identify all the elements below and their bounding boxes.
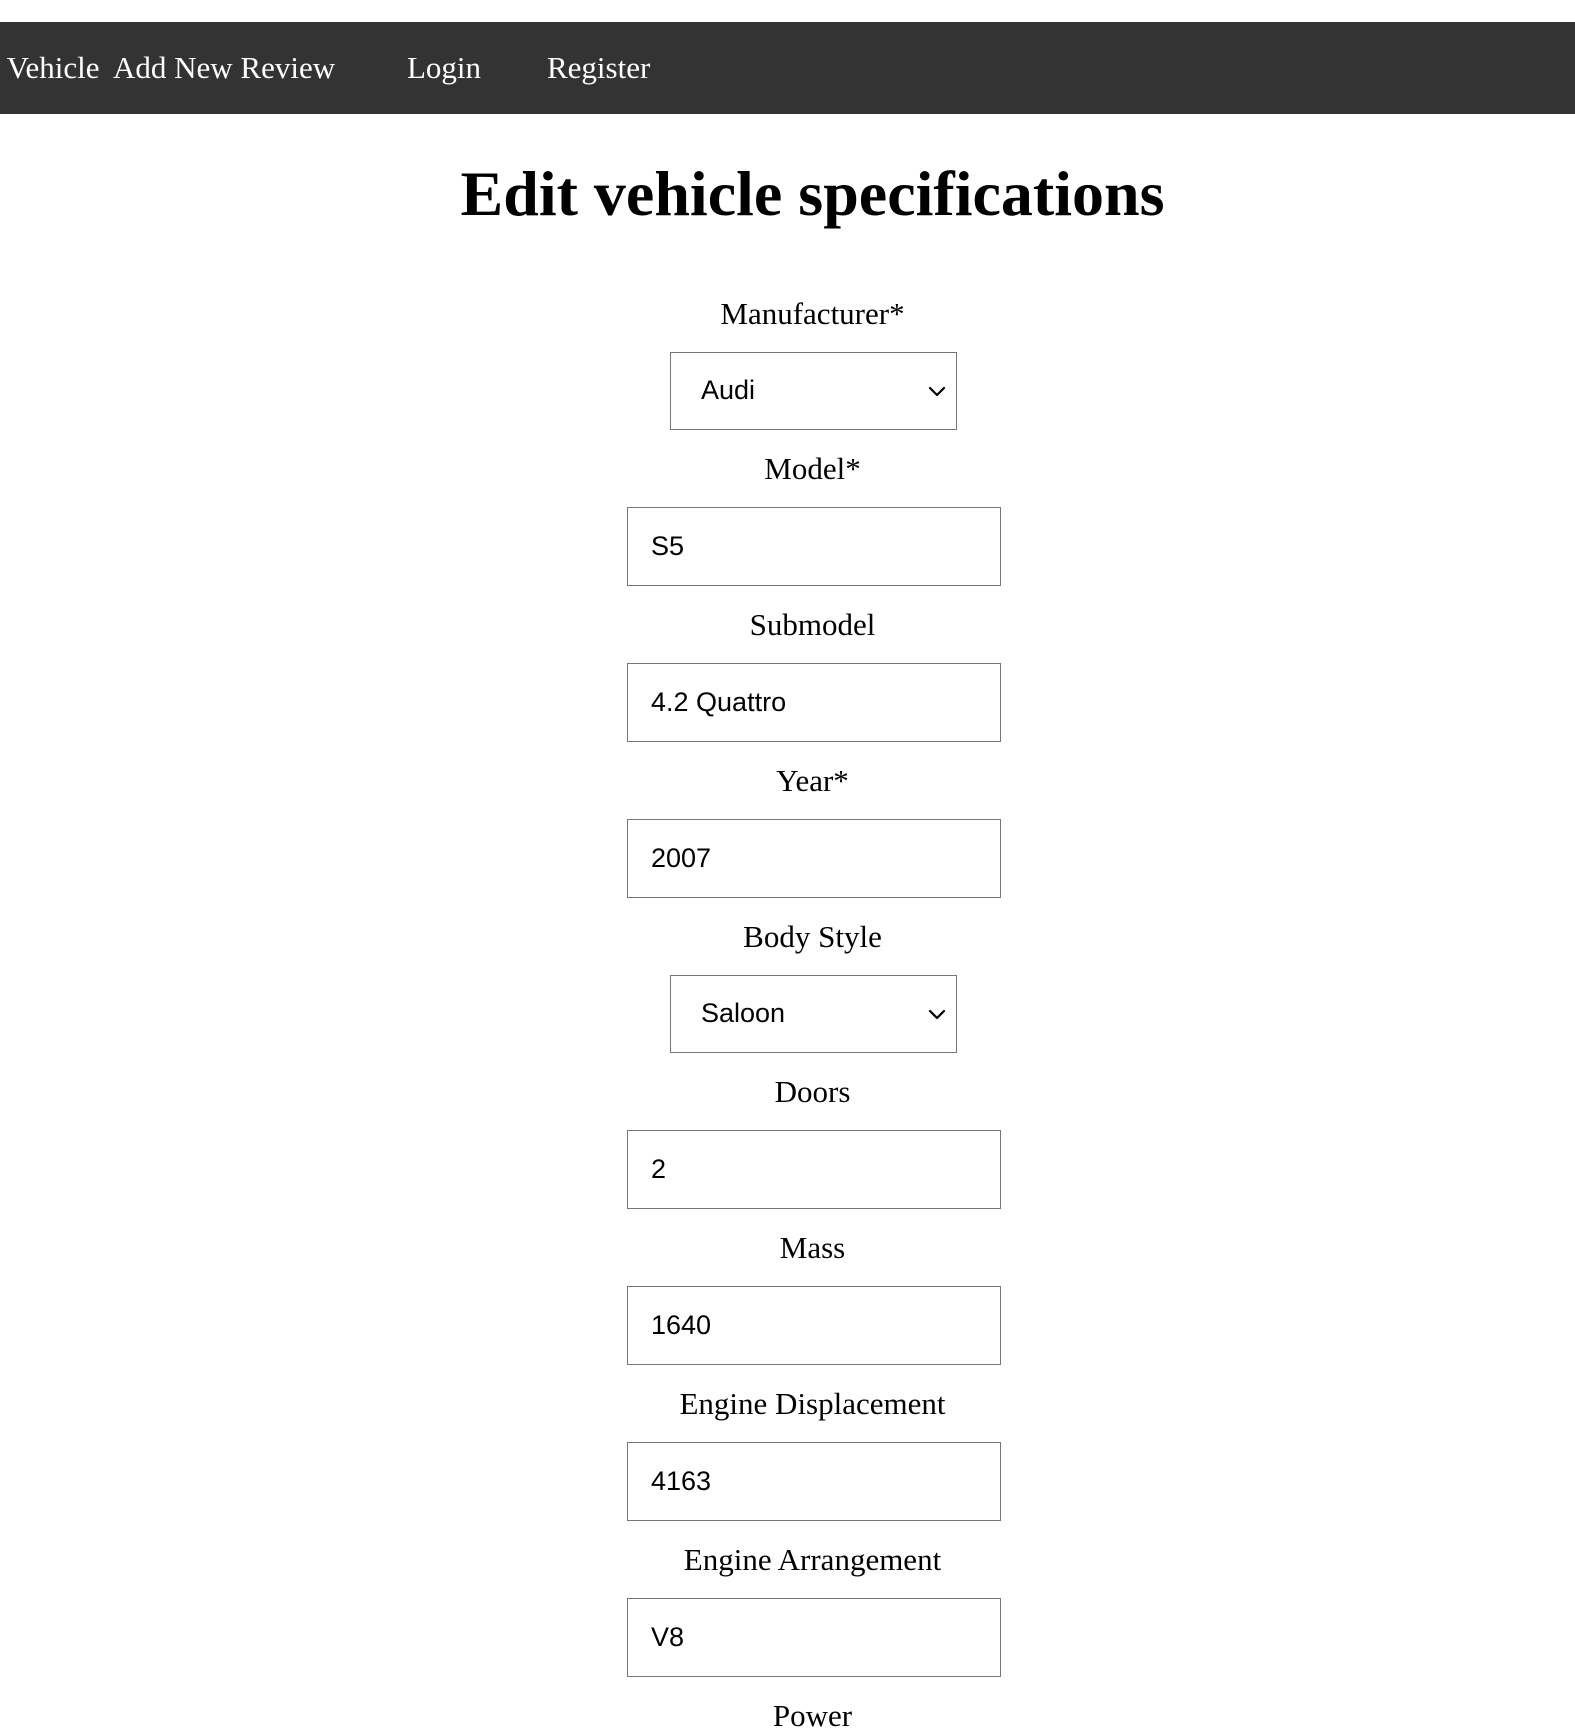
mass-input[interactable] bbox=[627, 1286, 1001, 1365]
model-label: Model* bbox=[764, 451, 861, 486]
model-input[interactable] bbox=[627, 507, 1001, 586]
nav-link-add-new-review[interactable]: Add New Review bbox=[113, 22, 335, 114]
body-style-select-value: Saloon bbox=[701, 998, 786, 1028]
engine-arrangement-input[interactable] bbox=[627, 1598, 1001, 1677]
nav-link-login[interactable]: Login bbox=[407, 22, 481, 114]
mass-label: Mass bbox=[779, 1230, 846, 1265]
manufacturer-label: Manufacturer* bbox=[720, 296, 905, 331]
power-label: Power bbox=[772, 1698, 853, 1733]
nav-link-register[interactable]: Register bbox=[547, 22, 650, 114]
body-style-label: Body Style bbox=[743, 919, 882, 954]
body-style-select[interactable]: Saloon bbox=[670, 975, 957, 1053]
engine-displacement-input[interactable] bbox=[627, 1442, 1001, 1521]
chevron-down-icon bbox=[928, 1009, 946, 1020]
engine-displacement-label: Engine Displacement bbox=[679, 1386, 946, 1421]
chevron-down-icon bbox=[928, 386, 946, 397]
submodel-label: Submodel bbox=[749, 607, 876, 642]
doors-input[interactable] bbox=[627, 1130, 1001, 1209]
year-label: Year* bbox=[776, 763, 849, 798]
year-input[interactable] bbox=[627, 819, 1001, 898]
engine-arrangement-label: Engine Arrangement bbox=[683, 1542, 942, 1577]
manufacturer-select-value: Audi bbox=[701, 375, 756, 405]
manufacturer-select[interactable]: Audi bbox=[670, 352, 957, 430]
doors-label: Doors bbox=[774, 1074, 851, 1109]
page-title: Edit vehicle specifications bbox=[460, 158, 1165, 229]
top-navbar: Add Vehicle Add New Review Login Registe… bbox=[0, 22, 1575, 114]
submodel-input[interactable] bbox=[627, 663, 1001, 742]
nav-link-add-vehicle[interactable]: Add Vehicle bbox=[0, 22, 100, 114]
